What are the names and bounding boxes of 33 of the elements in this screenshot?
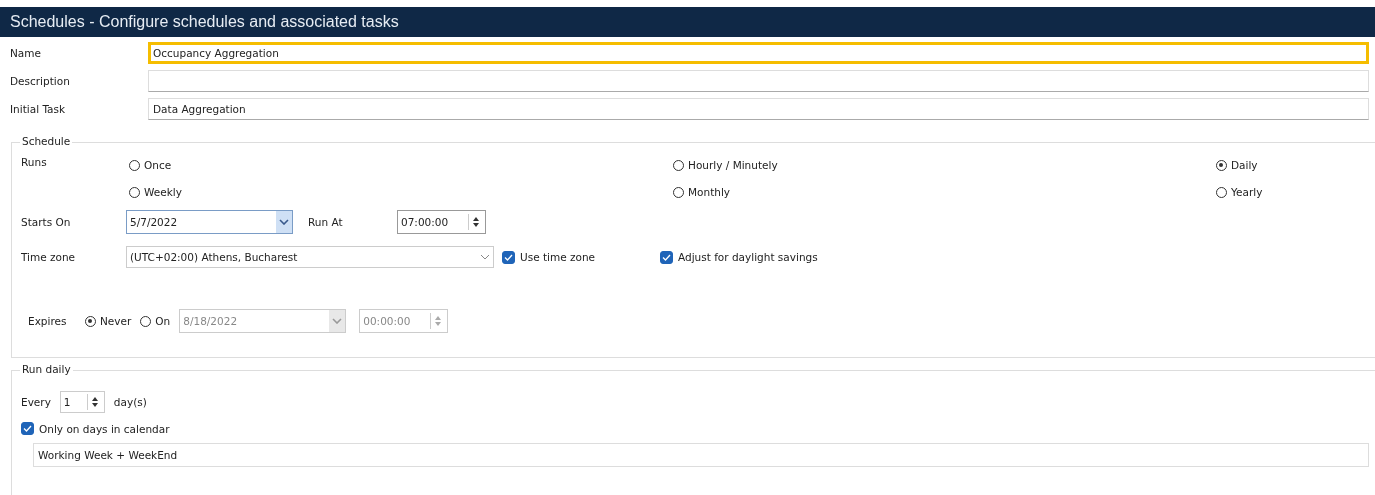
radio-option[interactable]: Once [129, 159, 673, 171]
date-picker[interactable]: 5/7/2022 [126, 210, 293, 234]
chevron-down-icon [480, 254, 490, 260]
checkbox-option[interactable]: Use time zone [502, 250, 654, 264]
number-spinner[interactable]: 1 [59, 391, 105, 413]
field-label: Every [21, 396, 51, 408]
radio-option[interactable]: Daily [1216, 159, 1263, 171]
radio-option[interactable]: Weekly [129, 186, 673, 198]
radio-option[interactable]: Never [85, 315, 132, 327]
field-label: Initial Task [10, 103, 67, 115]
unit-label: day(s) [113, 396, 147, 408]
radio-option[interactable]: Monthly [673, 186, 1216, 198]
calendar-field[interactable]: Working Week + WeekEnd [33, 443, 1369, 467]
text-field[interactable] [148, 70, 1369, 92]
checkbox-option[interactable]: Adjust for daylight savings [660, 250, 818, 264]
group-title: Schedule [20, 135, 73, 147]
field-label: Time zone [21, 251, 77, 263]
window-title: Schedules - Configure schedules and associated tasks [0, 7, 1375, 37]
time-spinner[interactable]: 07:00:00 [397, 210, 486, 234]
field-label: Name [10, 47, 42, 59]
runs-label: Runs [21, 156, 48, 170]
text-field[interactable]: Occupancy Aggregation [148, 42, 1369, 64]
group-title: Run daily [20, 363, 73, 375]
radio-option[interactable]: Hourly / Minutely [673, 159, 1216, 171]
text-field[interactable]: Data Aggregation [148, 98, 1369, 120]
field-label: Expires [28, 315, 68, 327]
field-label: Run At [308, 216, 344, 228]
radio-option[interactable]: On [140, 315, 171, 327]
checkbox-option[interactable]: Only on days in calendar [21, 422, 1375, 435]
field-label: Description [10, 75, 71, 87]
radio-option[interactable]: Yearly [1216, 186, 1263, 198]
field-label: Starts On [21, 216, 72, 228]
dropdown[interactable]: (UTC+02:00) Athens, Bucharest [126, 246, 494, 268]
